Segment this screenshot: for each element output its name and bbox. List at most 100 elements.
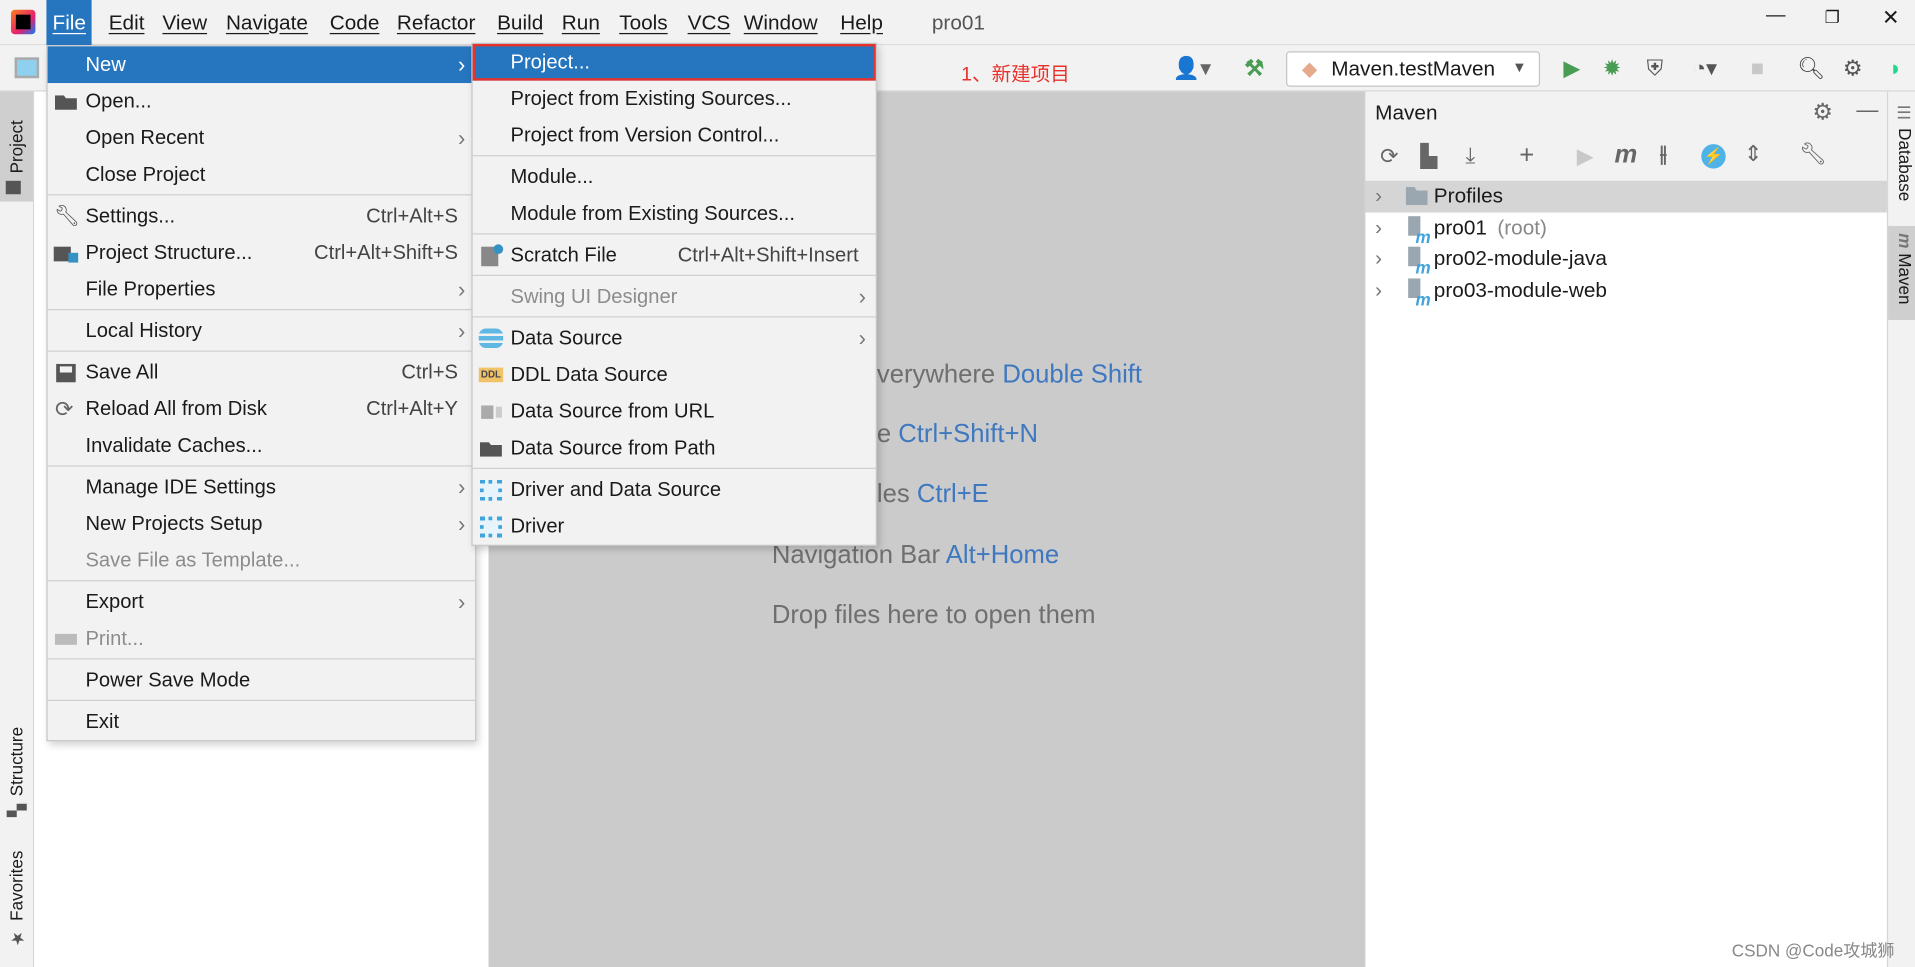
hide-icon[interactable]: — <box>1856 98 1878 124</box>
menu-separator <box>47 699 476 702</box>
menu-vcs[interactable]: VCS <box>681 0 736 45</box>
menu-item-label: Scratch File <box>510 244 617 267</box>
download-icon[interactable]: ⤓ <box>1466 143 1476 169</box>
chevron-right-icon: › <box>457 125 466 151</box>
menu-item-label: Project Structure... <box>85 241 253 264</box>
menu-view[interactable]: View <box>156 0 213 45</box>
new-item-project-from-existing-sources[interactable]: Project from Existing Sources... <box>473 81 876 118</box>
gear-icon[interactable]: ⚙ <box>1812 99 1833 127</box>
tab-structure[interactable]: ▚ Structure <box>0 708 33 824</box>
menu-tools[interactable]: Tools <box>613 0 674 45</box>
file-item-open-recent[interactable]: Open Recent › <box>48 120 475 157</box>
menu-item-label: DDL Data Source <box>510 363 668 386</box>
wrench-icon[interactable]: 🔧︎ <box>1799 142 1827 168</box>
maven-tree-row[interactable]: › m pro02-module-java <box>1365 244 1886 278</box>
menu-refactor[interactable]: Refactor <box>391 0 482 45</box>
menu-code[interactable]: Code <box>324 0 386 45</box>
file-item-project-structure[interactable]: Project Structure... Ctrl+Alt+Shift+S <box>48 234 475 271</box>
file-item-open[interactable]: Open... <box>48 83 475 120</box>
maven-tree-row[interactable]: › m pro01 (root) <box>1365 212 1886 246</box>
chevron-right-icon[interactable]: › <box>1375 212 1382 244</box>
menu-navigate[interactable]: Navigate <box>220 0 314 45</box>
run-icon[interactable]: ▶ <box>1558 45 1585 91</box>
menu-separator <box>47 580 476 582</box>
chevron-right-icon[interactable]: › <box>1375 244 1382 276</box>
debug-icon[interactable]: ✹ <box>1599 45 1626 91</box>
stop-icon[interactable]: ■ <box>1744 45 1771 91</box>
minimize-button[interactable]: — <box>1766 5 1786 27</box>
menu-item-label: File Properties <box>85 278 216 301</box>
new-item-scratch-file[interactable]: Scratch File Ctrl+Alt+Shift+Insert <box>473 237 876 274</box>
folder-reload-icon[interactable]: ▙ <box>1420 144 1437 170</box>
file-item-export[interactable]: Export › <box>48 584 475 621</box>
tab-database[interactable]: ☰ Database <box>1888 104 1915 226</box>
close-button[interactable]: ✕ <box>1882 6 1899 30</box>
new-item-module[interactable]: Module... <box>473 159 876 196</box>
new-item-driver-and-data-source[interactable]: Driver and Data Source <box>473 471 876 508</box>
folder-open-icon <box>54 90 78 112</box>
menu-run[interactable]: Run <box>556 0 606 45</box>
new-item-project-from-version-control[interactable]: Project from Version Control... <box>473 117 876 154</box>
reload-icon[interactable]: ⟳ <box>1380 144 1398 170</box>
editor-hint: Drop files here to open them <box>772 601 1096 630</box>
maven-tree-row[interactable]: › m pro03-module-web <box>1365 275 1886 309</box>
file-item-settings[interactable]: 🔧︎ Settings... Ctrl+Alt+S <box>48 198 475 235</box>
jetbrains-toolbox-icon[interactable]: ◗ <box>1882 45 1909 91</box>
window-icon[interactable] <box>14 57 40 79</box>
new-item-module-from-existing-sources[interactable]: Module from Existing Sources... <box>473 195 876 232</box>
chevron-right-icon[interactable]: › <box>1375 275 1382 307</box>
tab-maven[interactable]: m Maven <box>1888 225 1915 320</box>
hint-text: verywhere <box>876 360 1003 389</box>
annotation-text: 1、新建项目 <box>961 64 1070 86</box>
left-tool-strip: ▆ Project ▚ Structure ★ Favorites <box>0 91 35 967</box>
run-config-select[interactable]: ◆ Maven.testMaven ▼ <box>1286 51 1541 87</box>
maven-goal-icon[interactable]: m <box>1615 140 1638 169</box>
new-item-project[interactable]: Project... <box>472 43 876 81</box>
menu-help[interactable]: Help <box>834 0 889 45</box>
file-item-local-history[interactable]: Local History › <box>48 313 475 350</box>
file-item-manage-ide-settings[interactable]: Manage IDE Settings › <box>48 469 475 506</box>
offline-icon[interactable]: ⚡ <box>1701 144 1726 169</box>
menu-build[interactable]: Build <box>491 0 549 45</box>
menu-window[interactable]: Window <box>738 0 824 45</box>
menu-item-label: Save All <box>85 361 159 384</box>
collapse-all-icon[interactable]: ⇕ <box>1744 142 1762 168</box>
new-item-ddl-data-source[interactable]: DDL DDL Data Source <box>473 357 876 394</box>
build-hammer-icon[interactable]: ⚒ <box>1238 45 1270 91</box>
search-icon[interactable]: 🔍︎ <box>1797 45 1825 91</box>
menu-item-label: Export <box>85 591 144 614</box>
file-item-invalidate-caches[interactable]: Invalidate Caches... <box>48 427 475 464</box>
new-item-data-source-from-path[interactable]: Data Source from Path <box>473 430 876 467</box>
file-item-exit[interactable]: Exit <box>48 703 475 740</box>
file-item-new[interactable]: New › <box>47 46 476 84</box>
file-item-new-projects-setup[interactable]: New Projects Setup › <box>48 506 475 543</box>
add-icon[interactable]: + <box>1519 142 1534 171</box>
skip-tests-icon[interactable]: ⫲ <box>1660 142 1667 168</box>
maven-tree-row[interactable]: › Profiles <box>1365 180 1887 213</box>
file-item-file-properties[interactable]: File Properties › <box>48 271 475 308</box>
tab-favorites[interactable]: ★ Favorites <box>0 843 33 955</box>
new-item-data-source[interactable]: Data Source › <box>473 320 876 357</box>
menu-item-label: Manage IDE Settings <box>85 476 276 499</box>
new-item-data-source-from-url[interactable]: Data Source from URL <box>473 393 876 430</box>
menu-file[interactable]: File <box>46 0 93 46</box>
menu-edit[interactable]: Edit <box>103 0 151 45</box>
coverage-icon[interactable]: ⛨ <box>1641 45 1668 91</box>
gear-icon[interactable]: ⚙ <box>1839 45 1866 91</box>
menu-item-label: Data Source <box>510 327 623 350</box>
file-item-power-save-mode[interactable]: Power Save Mode <box>48 662 475 699</box>
chevron-right-icon[interactable]: › <box>1375 181 1382 213</box>
chevron-down-icon: ▼ <box>1512 58 1527 76</box>
new-item-driver[interactable]: Driver <box>473 508 876 545</box>
user-icon[interactable]: 👤▾ <box>1170 45 1214 91</box>
restore-button[interactable]: ❐ <box>1825 7 1840 28</box>
run-icon[interactable]: ▶ <box>1577 144 1594 170</box>
file-item-reload-all-from-disk[interactable]: ⟳ Reload All from Disk Ctrl+Alt+Y <box>48 391 475 428</box>
reload-icon: ⟳ <box>54 396 74 422</box>
menu-item-label: Save File as Template... <box>85 549 301 572</box>
file-item-save-all[interactable]: Save All Ctrl+S <box>48 354 475 391</box>
profile-icon[interactable]: ◔▾ <box>1681 45 1730 91</box>
tab-project[interactable]: ▆ Project <box>0 91 33 202</box>
tab-maven-label: Maven <box>1895 253 1915 305</box>
file-item-close-project[interactable]: Close Project <box>48 156 475 193</box>
